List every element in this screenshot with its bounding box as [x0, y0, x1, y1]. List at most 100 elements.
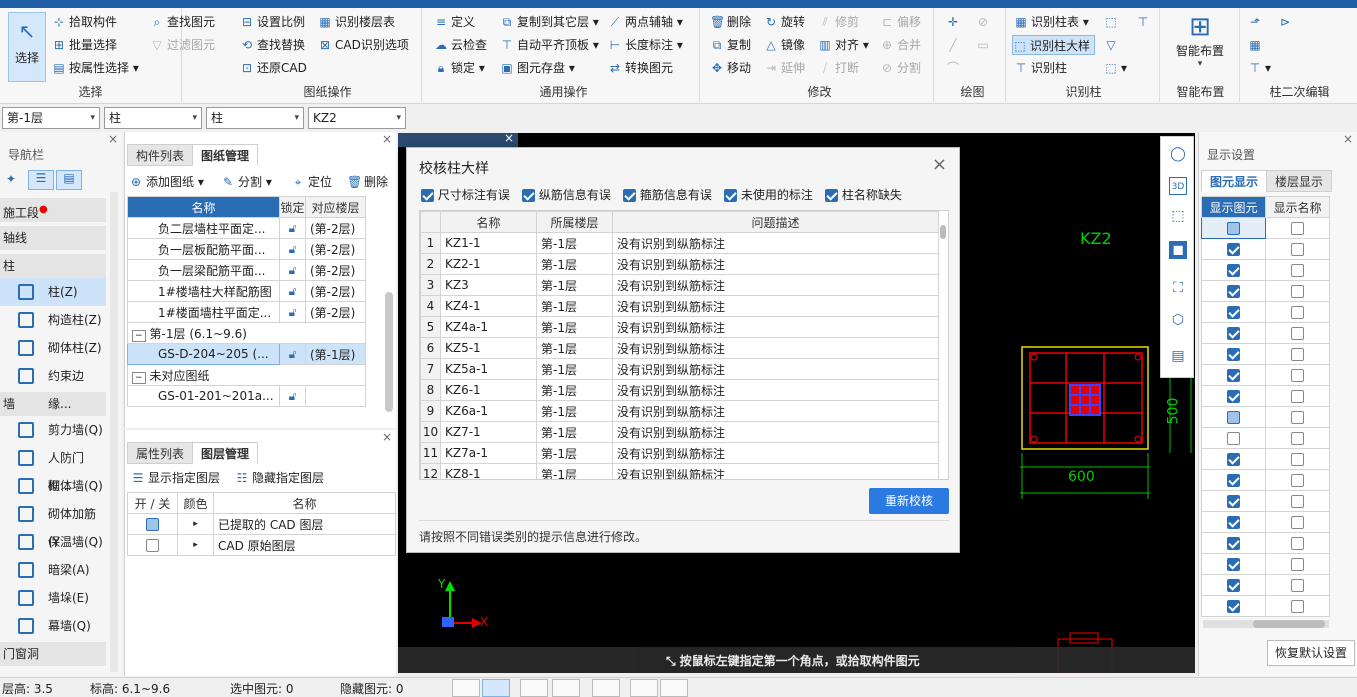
arc-draw-icon[interactable]: ⌒ [946, 58, 963, 78]
fullscreen-icon[interactable]: ⛶ [1169, 279, 1187, 297]
table-row[interactable]: 1#楼墙柱大样配筋图 🔓︎ (第-2层) [127, 280, 366, 302]
smart-layout-button[interactable]: ⊞ 智能布置 ▾ [1174, 12, 1226, 72]
col-name[interactable]: 名称 [127, 196, 280, 218]
table-row[interactable]: 3 KZ3 第-1层 没有识别到纵筋标注 [420, 274, 939, 296]
cross-snap-icon[interactable] [520, 679, 548, 697]
issue-table-scrollbar[interactable] [940, 225, 946, 239]
length-dim-button[interactable]: ⊢ 长度标注 ▾ [608, 35, 683, 55]
recognize-settings-icon[interactable]: ⊤ [1136, 12, 1153, 32]
tree-group[interactable]: − 第-1层 (6.1~9.6) [127, 322, 366, 344]
orbit-icon[interactable]: ◯ [1169, 145, 1187, 163]
name-checkbox[interactable] [1291, 264, 1304, 277]
component-select[interactable]: KZ2 ▾ [308, 107, 406, 129]
table-row[interactable]: ▸ CAD 原始图层 [127, 534, 396, 556]
subtype-select[interactable]: 柱 ▾ [206, 107, 304, 129]
define-button[interactable]: ≡ 定义 [434, 12, 475, 32]
lock-button[interactable]: 🔒︎ 锁定 ▾ [434, 58, 485, 78]
display-checkbox[interactable] [1227, 558, 1240, 571]
nav-item-insulation-wall[interactable]: 保温墙(Q) [0, 528, 106, 556]
close-icon[interactable]: × [932, 154, 947, 175]
display-checkbox[interactable] [1227, 474, 1240, 487]
sec-edit-icon-2[interactable]: ⊳ [1278, 12, 1295, 32]
nav-item-masonry-column[interactable]: 砌体柱(Z) [0, 334, 106, 362]
sec-edit-icon-1[interactable]: ⬏ [1248, 12, 1265, 32]
find-replace-button[interactable]: ⟲ 查找替换 [240, 35, 305, 55]
display-checkbox[interactable] [1227, 495, 1240, 508]
show-layer-button[interactable]: ☰ 显示指定图层 [131, 468, 220, 488]
nav-section-door-window[interactable]: 门窗洞 [0, 642, 106, 666]
point-draw-icon[interactable]: ✛ [946, 12, 963, 32]
find-element-button[interactable]: ⌕ 查找图元 [150, 12, 215, 32]
name-checkbox[interactable] [1291, 411, 1304, 424]
recognize-extra-icon[interactable]: ⬚ [1104, 12, 1121, 32]
nav-item-edge-member[interactable]: 约束边缘... [0, 362, 106, 411]
nav-section-axis[interactable]: 轴线 [0, 226, 106, 250]
tab-drawing-manage[interactable]: 图纸管理 [192, 144, 259, 166]
name-checkbox[interactable] [1291, 537, 1304, 550]
layer-toggle[interactable] [146, 539, 159, 552]
hide-layer-button[interactable]: ☷ 隐藏指定图层 [235, 468, 324, 488]
merge-button[interactable]: ⊕ 合并 [880, 35, 921, 55]
curve-snap-icon[interactable] [660, 679, 688, 697]
sec-edit-icon-3[interactable]: ▦ [1248, 35, 1265, 55]
display-checkbox[interactable] [1227, 348, 1240, 361]
nav-item-column[interactable]: 柱(Z) [0, 278, 106, 306]
recognize-column-button[interactable]: ⊤ 识别柱 [1014, 58, 1067, 78]
cad-options-button[interactable]: ⊠ CAD识别选项 [318, 35, 409, 55]
name-checkbox[interactable] [1291, 306, 1304, 319]
3d-view-icon[interactable]: 3D [1169, 177, 1187, 195]
table-row[interactable]: 负二层墙柱平面定... 🔓︎ (第-2层) [127, 217, 366, 239]
recognize-column-detail-button[interactable]: ⬚ 识别柱大样 [1012, 35, 1096, 55]
close-icon[interactable]: × [108, 132, 118, 146]
offset-button[interactable]: ⊏ 偏移 [880, 12, 921, 32]
nav-scrollbar[interactable] [110, 192, 118, 672]
cloud-check-button[interactable]: ☁ 云检查 [434, 35, 487, 55]
copy-to-floor-button[interactable]: ⧉ 复制到其它层 ▾ [500, 12, 599, 32]
mirror-button[interactable]: △ 镜像 [764, 35, 805, 55]
locate-button[interactable]: ⌖ 定位 [291, 172, 332, 192]
break-button[interactable]: ⧸ 打断 [818, 58, 859, 78]
table-row[interactable]: 1 KZ1-1 第-1层 没有识别到纵筋标注 [420, 232, 939, 254]
nav-section-column[interactable]: 柱 [0, 254, 106, 278]
tab-property-list[interactable]: 属性列表 [127, 442, 194, 464]
nav-item-hidden-beam[interactable]: 暗梁(A) [0, 556, 106, 584]
line-draw-icon[interactable]: ╱ [946, 35, 963, 55]
offset-snap-icon[interactable] [592, 679, 620, 697]
angle-snap-icon[interactable] [552, 679, 580, 697]
table-row[interactable]: 9 KZ6a-1 第-1层 没有识别到纵筋标注 [420, 400, 939, 422]
close-icon[interactable]: × [382, 430, 392, 444]
name-checkbox[interactable] [1291, 285, 1304, 298]
table-row[interactable]: 6 KZ5-1 第-1层 没有识别到纵筋标注 [420, 337, 939, 359]
table-row[interactable]: 1#楼面墙柱平面定... 🔓︎ (第-2层) [127, 301, 366, 323]
table-row[interactable]: 负一层梁配筋平面... 🔓︎ (第-2层) [127, 259, 366, 281]
display-checkbox[interactable] [1227, 516, 1240, 529]
filter-name-missing[interactable]: 柱名称缺失 [825, 186, 902, 203]
table-row[interactable]: 10 KZ7-1 第-1层 没有识别到纵筋标注 [420, 421, 939, 443]
rotate-point-icon[interactable]: ⊘ [976, 12, 993, 32]
list-view-icon[interactable]: ☰ [28, 170, 54, 190]
tab-element-display[interactable]: 图元显示 [1201, 170, 1268, 192]
name-checkbox[interactable] [1291, 327, 1304, 340]
close-icon[interactable]: × [1343, 132, 1353, 146]
tab-floor-display[interactable]: 楼层显示 [1266, 170, 1333, 192]
display-checkbox[interactable] [1227, 453, 1240, 466]
filter-dim-error[interactable]: 尺寸标注有误 [421, 186, 510, 203]
batch-select-button[interactable]: ⊞ 批量选择 [52, 35, 117, 55]
nav-section-stage[interactable]: 施工段● [0, 198, 106, 222]
table-row[interactable]: ▸ 已提取的 CAD 图层 [127, 513, 396, 535]
display-checkbox[interactable] [1227, 306, 1240, 319]
table-row-selected[interactable]: GS-D-204~205 (... 🔓︎ (第-1层) [127, 343, 366, 365]
detail-view-icon[interactable]: ▤ [56, 170, 82, 190]
drawings-scrollbar[interactable] [385, 292, 393, 412]
name-checkbox[interactable] [1291, 390, 1304, 403]
display-checkbox[interactable] [1227, 327, 1240, 340]
display-checkbox[interactable] [1227, 369, 1240, 382]
name-checkbox[interactable] [1291, 558, 1304, 571]
hide-cube-icon[interactable]: ⬡ [1169, 311, 1187, 329]
recognize-column-table-button[interactable]: ▦ 识别柱表 ▾ [1014, 12, 1089, 32]
tree-group[interactable]: − 未对应图纸 [127, 364, 366, 386]
two-point-axis-button[interactable]: ⟋ 两点辅轴 ▾ [608, 12, 683, 32]
close-icon[interactable]: × [382, 132, 392, 146]
select-button[interactable]: ↖ 选择 [8, 12, 46, 82]
layer-toggle[interactable] [146, 518, 159, 531]
